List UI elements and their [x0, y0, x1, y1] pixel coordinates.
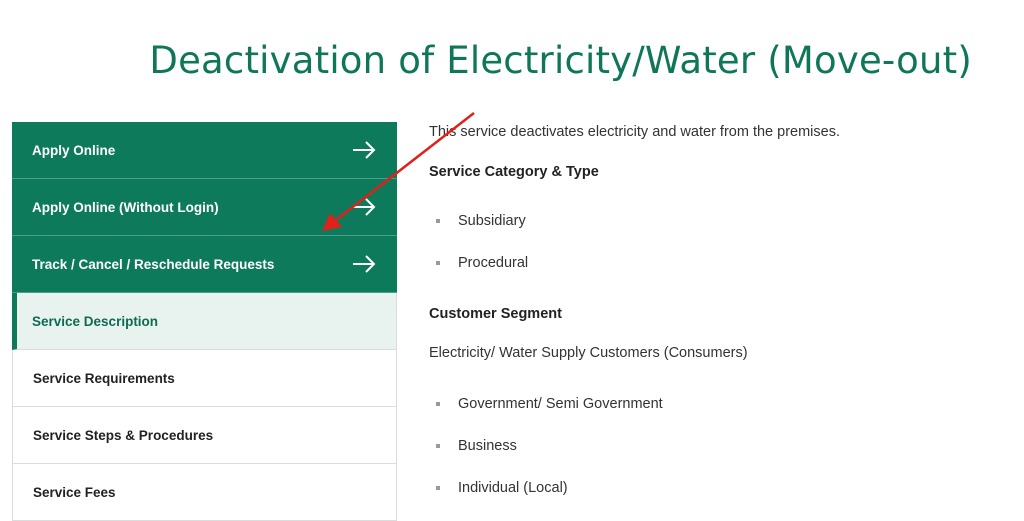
segment-business: Business: [458, 438, 517, 454]
category-subsidiary: Subsidiary: [458, 213, 526, 229]
list-item: Individual (Local): [429, 467, 989, 509]
service-description-content: This service deactivates electricity and…: [429, 122, 989, 509]
track-cancel-reschedule-label: Track / Cancel / Reschedule Requests: [32, 256, 275, 272]
list-item: Procedural: [429, 242, 989, 284]
tab-service-description[interactable]: Service Description: [12, 293, 397, 350]
arrow-right-icon: [353, 198, 376, 216]
segment-government: Government/ Semi Government: [458, 396, 663, 412]
bullet-icon: [436, 261, 440, 265]
list-item: Business: [429, 425, 989, 467]
apply-online-label: Apply Online: [32, 142, 116, 158]
bullet-icon: [436, 444, 440, 448]
tab-service-steps-procedures[interactable]: Service Steps & Procedures: [12, 407, 397, 464]
bullet-icon: [436, 219, 440, 223]
apply-online-without-login-label: Apply Online (Without Login): [32, 199, 219, 215]
bullet-icon: [436, 486, 440, 490]
tab-service-description-label: Service Description: [32, 313, 159, 329]
apply-online-button[interactable]: Apply Online: [12, 122, 397, 179]
customer-segment-heading: Customer Segment: [429, 306, 562, 322]
segment-list: Government/ Semi Government Business Ind…: [429, 383, 989, 509]
list-item: Subsidiary: [429, 200, 989, 242]
customer-segment-text: Electricity/ Water Supply Customers (Con…: [429, 345, 748, 361]
category-procedural: Procedural: [458, 255, 529, 271]
track-cancel-reschedule-button[interactable]: Track / Cancel / Reschedule Requests: [12, 236, 397, 293]
tab-service-requirements[interactable]: Service Requirements: [12, 350, 397, 407]
tab-service-fees[interactable]: Service Fees: [12, 464, 397, 521]
arrow-right-icon: [353, 141, 376, 159]
tab-service-fees-label: Service Fees: [33, 484, 116, 500]
segment-individual-local: Individual (Local): [458, 480, 568, 496]
list-item: Government/ Semi Government: [429, 383, 989, 425]
service-category-heading: Service Category & Type: [429, 164, 599, 180]
service-description-text: This service deactivates electricity and…: [429, 124, 840, 140]
tab-service-requirements-label: Service Requirements: [33, 370, 175, 386]
service-sidebar: Apply Online Apply Online (Without Login…: [12, 122, 397, 521]
arrow-right-icon: [353, 255, 376, 273]
apply-online-without-login-button[interactable]: Apply Online (Without Login): [12, 179, 397, 236]
tab-service-steps-label: Service Steps & Procedures: [33, 427, 214, 443]
page-title: Deactivation of Electricity/Water (Move-…: [149, 38, 972, 82]
bullet-icon: [436, 402, 440, 406]
category-list: Subsidiary Procedural: [429, 200, 989, 284]
